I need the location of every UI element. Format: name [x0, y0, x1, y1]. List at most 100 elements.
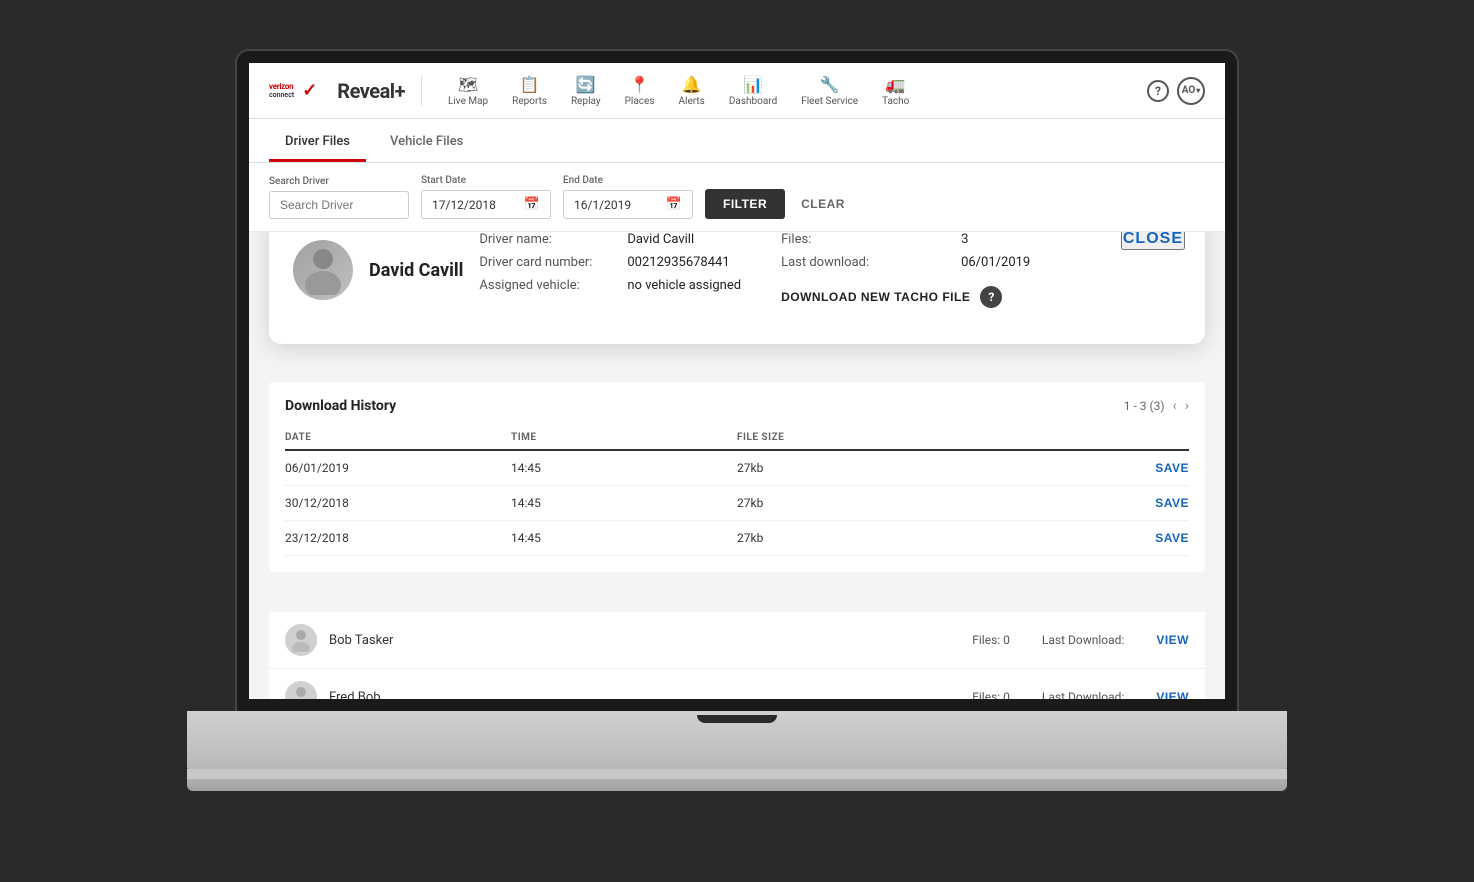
save-button[interactable]: SAVE [1155, 496, 1189, 510]
view-button[interactable]: VIEW [1156, 690, 1189, 699]
table-row: 23/12/2018 14:45 27kb SAVE [285, 521, 1189, 556]
verizon-text: verizon [269, 82, 293, 91]
nav-item-fleet-service[interactable]: 🔧 Fleet Service [791, 71, 868, 111]
driver-card-value: 00212935678441 [627, 255, 729, 270]
pagination-next-icon[interactable]: › [1185, 398, 1189, 414]
nav-label-dashboard: Dashboard [729, 96, 777, 107]
help-button[interactable]: ? [1147, 80, 1169, 102]
avatar-dropdown-icon: ▾ [1196, 86, 1200, 95]
nav-label-fleet-service: Fleet Service [801, 96, 858, 107]
places-icon: 📍 [630, 75, 650, 94]
driver-name-display: David Cavill [369, 260, 463, 281]
nav-item-alerts[interactable]: 🔔 Alerts [669, 71, 715, 111]
col-header-file-size: FILE SIZE [737, 426, 1008, 450]
driver-row-avatar [285, 681, 317, 699]
cell-time: 14:45 [511, 486, 737, 521]
nav-item-tacho[interactable]: 🚛 Tacho [872, 71, 919, 111]
assigned-vehicle-row: Assigned vehicle: no vehicle assigned [479, 278, 741, 293]
cell-file-size: 27kb [737, 450, 1008, 486]
save-button[interactable]: SAVE [1155, 531, 1189, 545]
avatar-svg [303, 245, 343, 295]
nav-item-replay[interactable]: 🔄 Replay [561, 71, 611, 111]
cell-date: 23/12/2018 [285, 521, 511, 556]
driver-name-label: Driver name: [479, 232, 619, 247]
history-title: Download History [285, 398, 396, 414]
start-date-value: 17/12/2018 [432, 198, 496, 212]
driver-card-label: Driver card number: [479, 255, 619, 270]
user-avatar[interactable]: AO ▾ [1177, 77, 1205, 105]
screen-inner: verizon connect ✓ Reveal+ 🗺 Live Map [249, 63, 1225, 699]
download-help-icon[interactable]: ? [980, 286, 1002, 308]
last-download-row: Last download: 06/01/2019 [781, 255, 1030, 270]
driver-avatar [293, 240, 353, 300]
driver-row-last-download: Last Download: [1042, 633, 1124, 647]
nav-label-replay: Replay [571, 96, 601, 107]
files-value: 3 [961, 232, 968, 247]
start-date-input[interactable]: 17/12/2018 📅 [421, 190, 551, 219]
driver-list: Bob Tasker Files: 0 Last Download: VIEW … [269, 612, 1205, 699]
nav-bar: verizon connect ✓ Reveal+ 🗺 Live Map [249, 63, 1225, 119]
nav-item-dashboard[interactable]: 📊 Dashboard [719, 71, 787, 111]
app-container: verizon connect ✓ Reveal+ 🗺 Live Map [249, 63, 1225, 699]
start-date-field: Start Date 17/12/2018 📅 [421, 175, 551, 219]
fleet-service-icon: 🔧 [820, 75, 840, 94]
driver-avatar-icon [291, 685, 311, 699]
checkmark-icon: ✓ [302, 80, 317, 101]
tab-driver-files[interactable]: Driver Files [269, 124, 366, 162]
filter-button[interactable]: FILTER [705, 189, 785, 219]
cell-file-size: 27kb [737, 486, 1008, 521]
replay-icon: 🔄 [576, 75, 596, 94]
verizon-logo: verizon connect [269, 82, 294, 99]
laptop-foot [187, 779, 1287, 791]
save-button[interactable]: SAVE [1155, 461, 1189, 475]
nav-item-live-map[interactable]: 🗺 Live Map [438, 71, 498, 111]
end-date-calendar-icon: 📅 [666, 197, 682, 212]
end-date-label: End Date [563, 175, 693, 186]
nav-item-reports[interactable]: 📋 Reports [502, 71, 557, 111]
tab-vehicle-files[interactable]: Vehicle Files [374, 124, 479, 162]
pagination-prev-icon[interactable]: ‹ [1173, 398, 1177, 414]
close-button[interactable]: CLOSE [1121, 232, 1185, 250]
col-header-time: TIME [511, 426, 737, 450]
list-item: Fred Bob Files: 0 Last Download: VIEW [269, 669, 1205, 699]
search-driver-field: Search Driver [269, 176, 409, 219]
end-date-input[interactable]: 16/1/2019 📅 [563, 190, 693, 219]
search-driver-input[interactable] [269, 191, 409, 219]
last-download-value: 06/01/2019 [961, 255, 1030, 270]
dashboard-icon: 📊 [743, 75, 763, 94]
tacho-icon: 🚛 [886, 75, 906, 94]
cell-time: 14:45 [511, 450, 737, 486]
app-name: Reveal+ [337, 79, 405, 103]
driver-detail-card: CLOSE [269, 232, 1205, 344]
main-content: CLOSE [249, 232, 1225, 699]
files-count-row: Files: 3 [781, 232, 1030, 247]
nav-label-reports: Reports [512, 96, 547, 107]
driver-row-files: Files: 0 [972, 633, 1010, 647]
cell-action: SAVE [1008, 486, 1189, 521]
assigned-vehicle-label: Assigned vehicle: [479, 278, 619, 293]
download-tacho-button[interactable]: DOWNLOAD NEW TACHO FILE [781, 290, 970, 304]
view-button[interactable]: VIEW [1156, 633, 1189, 647]
nav-item-places[interactable]: 📍 Places [615, 71, 665, 111]
pagination-range: 1 - 3 (3) [1124, 399, 1165, 413]
connect-text: connect [269, 91, 294, 99]
files-section: Files: 3 Last download: 06/01/2019 DOWNL… [781, 232, 1030, 308]
driver-card-row: Driver card number: 00212935678441 [479, 255, 741, 270]
logo-area: verizon connect ✓ [269, 80, 321, 101]
driver-row-files: Files: 0 [972, 690, 1010, 699]
download-history: Download History 1 - 3 (3) ‹ › DATE [269, 382, 1205, 572]
driver-name-row: Driver name: David Cavill [479, 232, 741, 247]
col-header-action [1008, 426, 1189, 450]
driver-avatar-image [293, 240, 353, 300]
laptop-screen: verizon connect ✓ Reveal+ 🗺 Live Map [237, 51, 1237, 711]
end-date-field: End Date 16/1/2019 📅 [563, 175, 693, 219]
assigned-vehicle-value: no vehicle assigned [627, 278, 741, 293]
nav-right: ? AO ▾ [1147, 77, 1205, 105]
start-date-calendar-icon: 📅 [524, 197, 540, 212]
card-header: David Cavill Driver name: David Cavill [293, 232, 1181, 308]
driver-row-name: Bob Tasker [329, 633, 960, 648]
driver-name-value: David Cavill [627, 232, 694, 247]
nav-items: 🗺 Live Map 📋 Reports 🔄 Replay 📍 [438, 71, 1147, 111]
clear-button[interactable]: CLEAR [797, 189, 849, 219]
files-label: Files: [781, 232, 901, 247]
